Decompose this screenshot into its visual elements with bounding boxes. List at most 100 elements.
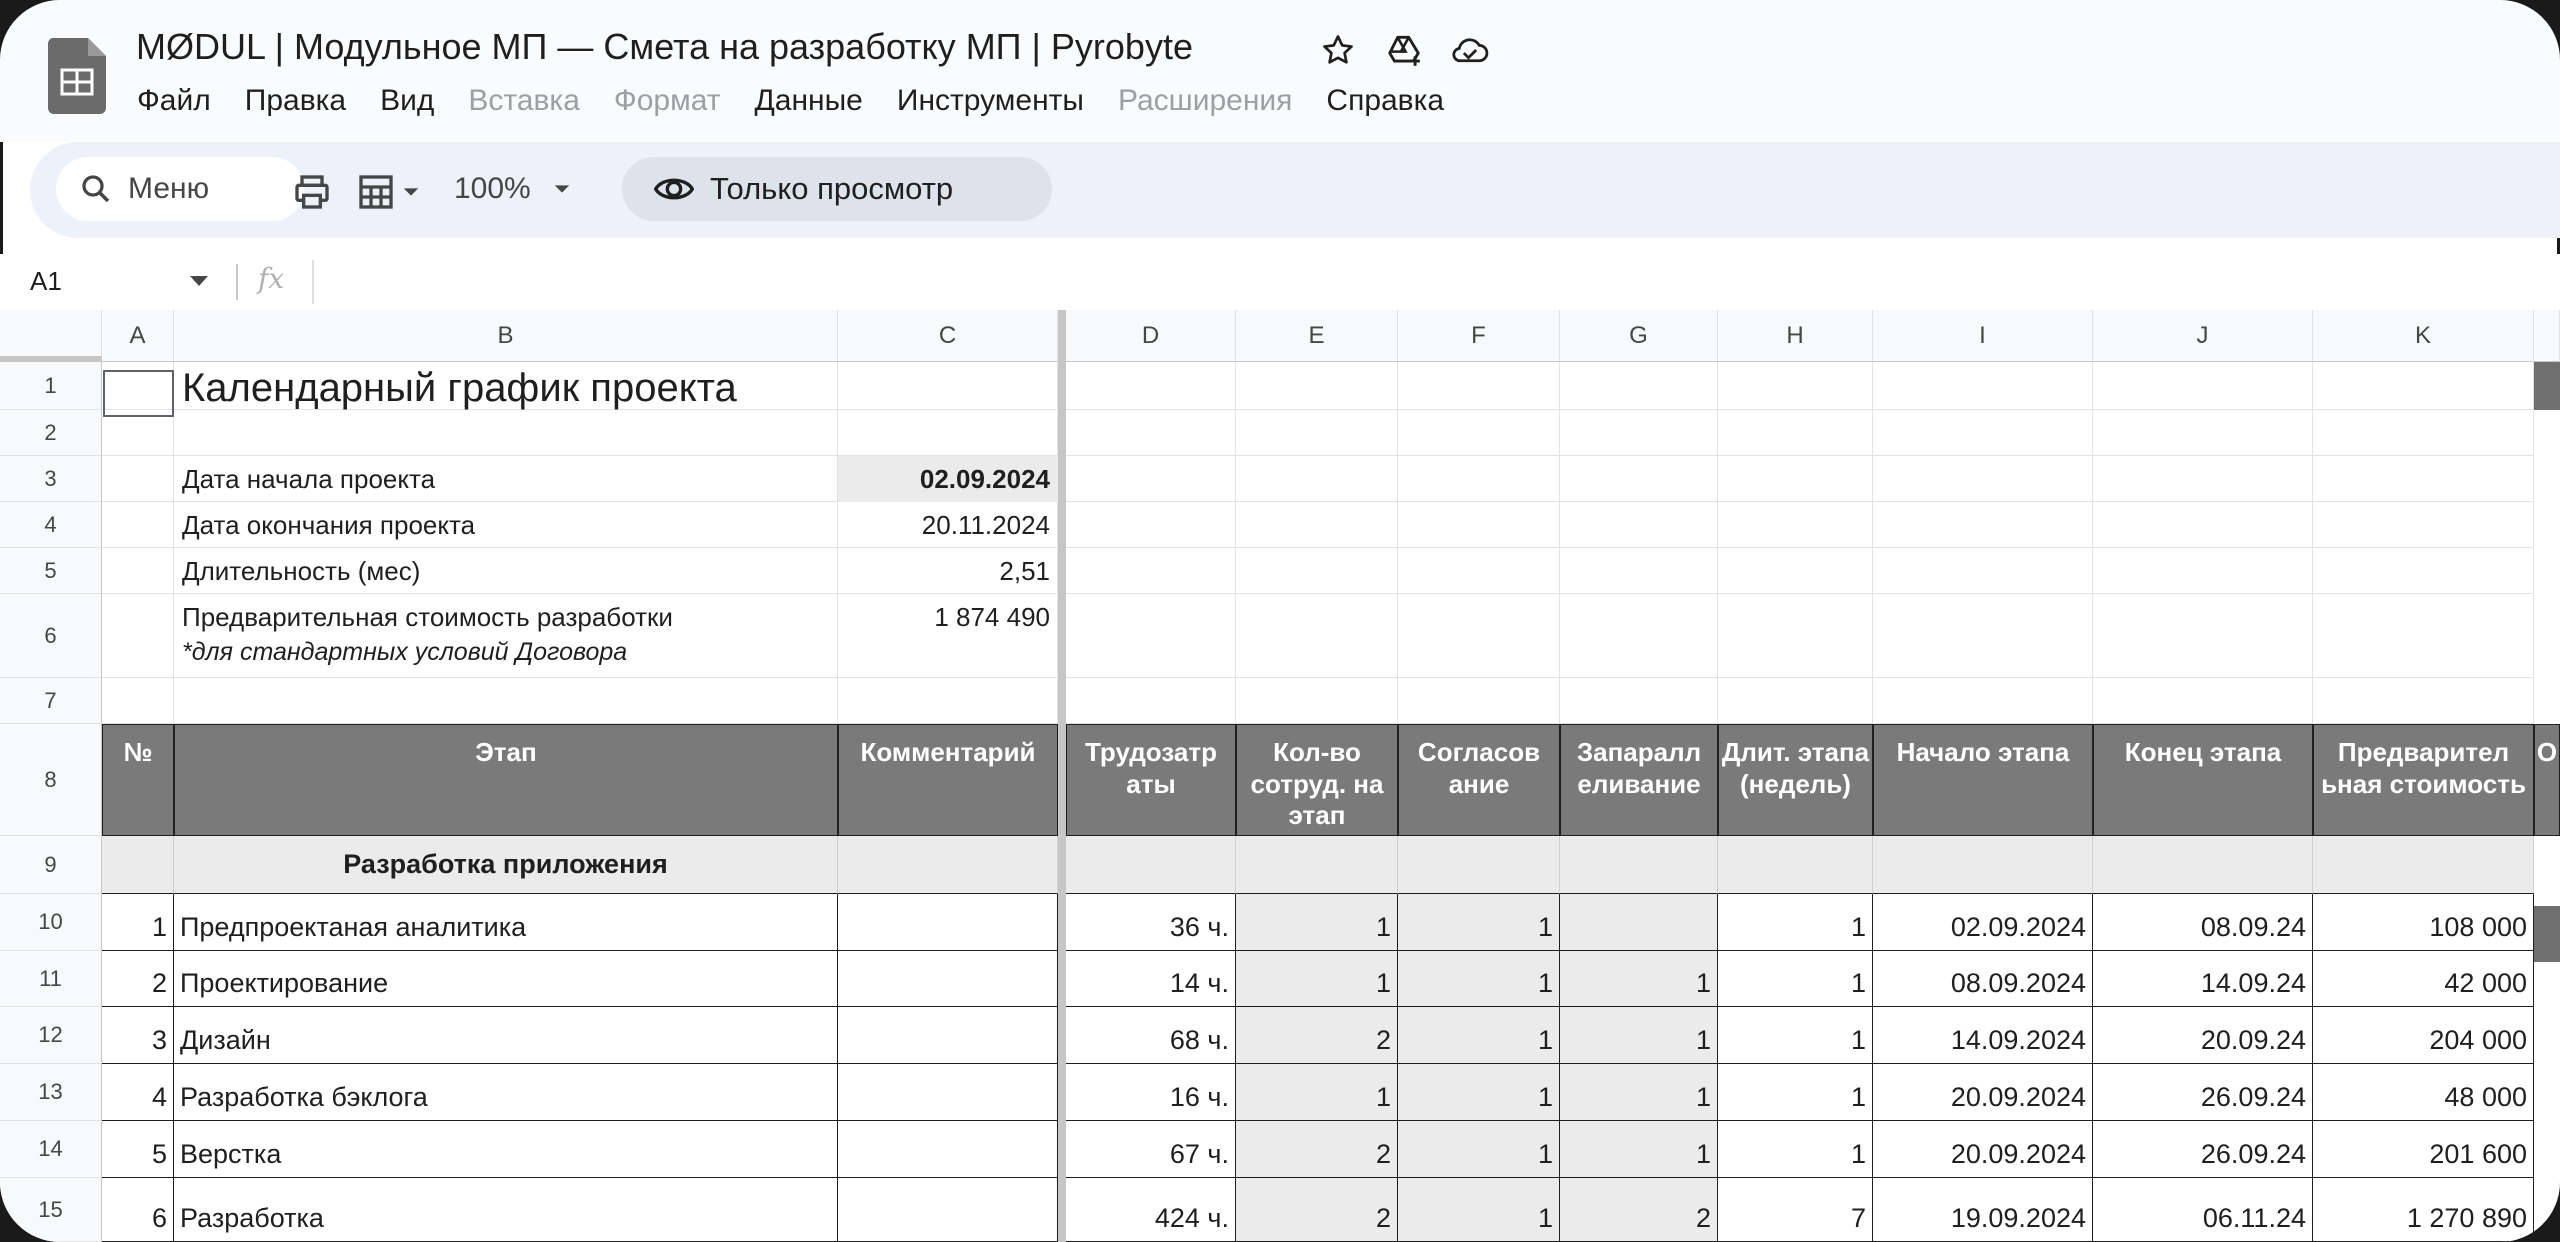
stage-duration-cell[interactable]: 7: [1718, 1178, 1873, 1242]
stage-comment-cell[interactable]: [838, 951, 1058, 1007]
stage-comment-cell[interactable]: [838, 894, 1058, 951]
grid-cell[interactable]: [1398, 502, 1560, 548]
grid-cell[interactable]: [1560, 502, 1718, 548]
stage-parallel-cell[interactable]: 2: [1560, 1178, 1718, 1242]
menu-file[interactable]: Файл: [137, 84, 229, 118]
formula-input[interactable]: [312, 260, 2560, 304]
menu-data[interactable]: Данные: [754, 84, 880, 118]
stage-end-cell[interactable]: 20.09.24: [2093, 1007, 2313, 1064]
grid-cell[interactable]: [1236, 594, 1398, 678]
stage-comment-cell[interactable]: [838, 1007, 1058, 1064]
row-header-9[interactable]: 9: [0, 836, 102, 894]
stage-cost-cell[interactable]: 108 000: [2313, 894, 2534, 951]
section-cell[interactable]: [1398, 836, 1560, 894]
grid-cell[interactable]: [1873, 410, 2093, 456]
stage-cost-cell[interactable]: 204 000: [2313, 1007, 2534, 1064]
stage-n-cell[interactable]: 4: [102, 1064, 174, 1121]
menu-view[interactable]: Вид: [380, 84, 452, 118]
grid-cell[interactable]: [1560, 678, 1718, 724]
stage-name-cell[interactable]: Верстка: [174, 1121, 838, 1178]
grid-cell[interactable]: [1236, 548, 1398, 594]
stage-staff-cell[interactable]: 2: [1236, 1121, 1398, 1178]
stage-comment-cell[interactable]: [838, 1121, 1058, 1178]
stage-labor-cell[interactable]: 67 ч.: [1066, 1121, 1236, 1178]
row-header-14[interactable]: 14: [0, 1121, 102, 1178]
stage-parallel-cell[interactable]: 1: [1560, 1007, 1718, 1064]
grid-cell[interactable]: [2093, 456, 2313, 502]
stage-staff-cell[interactable]: 1: [1236, 894, 1398, 951]
stage-parallel-cell[interactable]: 1: [1560, 1064, 1718, 1121]
print-icon[interactable]: [292, 172, 332, 212]
menu-insert[interactable]: Вставка: [468, 84, 598, 118]
drive-move-icon[interactable]: [1384, 30, 1424, 70]
vertical-scrollbar-thumb[interactable]: [2534, 906, 2560, 962]
column-header-k[interactable]: K: [2313, 310, 2534, 362]
stage-start-cell[interactable]: 08.09.2024: [1873, 951, 2093, 1007]
document-title[interactable]: MØDUL | Модульное МП — Смета на разработ…: [136, 26, 1193, 68]
grid-cell[interactable]: [2313, 548, 2534, 594]
stage-name-cell[interactable]: Разработка: [174, 1178, 838, 1242]
row-header-2[interactable]: 2: [0, 410, 102, 456]
grid-cell[interactable]: [1560, 548, 1718, 594]
stage-end-cell[interactable]: 26.09.24: [2093, 1064, 2313, 1121]
grid-cell[interactable]: [838, 678, 1058, 724]
section-cell[interactable]: [838, 836, 1058, 894]
column-header-a[interactable]: A: [102, 310, 174, 362]
grid-cell[interactable]: [1718, 594, 1873, 678]
column-header-e[interactable]: E: [1236, 310, 1398, 362]
star-icon[interactable]: [1318, 30, 1358, 70]
table-header-next[interactable]: О: [2534, 724, 2560, 836]
section-cell[interactable]: [1873, 836, 2093, 894]
grid-cell[interactable]: [1236, 362, 1398, 410]
row-header-1[interactable]: 1: [0, 362, 102, 410]
section-cell[interactable]: [102, 836, 174, 894]
row-header-12[interactable]: 12: [0, 1007, 102, 1064]
table-header-num[interactable]: №: [102, 724, 174, 836]
stage-n-cell[interactable]: 1: [102, 894, 174, 951]
stage-cost-cell[interactable]: 42 000: [2313, 951, 2534, 1007]
grid-cell[interactable]: [1398, 678, 1560, 724]
menu-help[interactable]: Справка: [1326, 84, 1462, 118]
grid-cell[interactable]: [1560, 410, 1718, 456]
row-header-7[interactable]: 7: [0, 678, 102, 724]
grid-cell[interactable]: [174, 410, 838, 456]
section-cell[interactable]: [1718, 836, 1873, 894]
stage-start-cell[interactable]: 14.09.2024: [1873, 1007, 2093, 1064]
stage-cost-cell[interactable]: 1 270 890: [2313, 1178, 2534, 1242]
stage-staff-cell[interactable]: 2: [1236, 1178, 1398, 1242]
table-header-parallel[interactable]: Запаралл еливание: [1560, 724, 1718, 836]
stage-labor-cell[interactable]: 424 ч.: [1066, 1178, 1236, 1242]
stage-cost-cell[interactable]: 201 600: [2313, 1121, 2534, 1178]
column-header-i[interactable]: I: [1873, 310, 2093, 362]
menu-tools[interactable]: Инструменты: [897, 84, 1102, 118]
table-header-labor[interactable]: Трудозатр аты: [1066, 724, 1236, 836]
column-header-g[interactable]: G: [1560, 310, 1718, 362]
grid-cell[interactable]: [102, 502, 174, 548]
stage-labor-cell[interactable]: 36 ч.: [1066, 894, 1236, 951]
vertical-scrollbar-thumb[interactable]: [2534, 362, 2560, 410]
stage-comment-cell[interactable]: [838, 1178, 1058, 1242]
grid-cell[interactable]: [1718, 362, 1873, 410]
section-cell[interactable]: [1560, 836, 1718, 894]
grid-cell[interactable]: [1066, 410, 1236, 456]
grid-cell[interactable]: [1398, 362, 1560, 410]
stage-end-cell[interactable]: 26.09.24: [2093, 1121, 2313, 1178]
name-box[interactable]: A1: [30, 266, 62, 297]
row-header-10[interactable]: 10: [0, 894, 102, 951]
stage-start-cell[interactable]: 20.09.2024: [1873, 1064, 2093, 1121]
grid-cell[interactable]: [2093, 678, 2313, 724]
row-header-8[interactable]: 8: [0, 724, 102, 836]
grid-cell[interactable]: [2313, 456, 2534, 502]
column-header-f[interactable]: F: [1398, 310, 1560, 362]
chevron-down-icon[interactable]: [190, 276, 208, 286]
grid-cell[interactable]: [2093, 410, 2313, 456]
table-header-end[interactable]: Конец этапа: [2093, 724, 2313, 836]
grid-cell[interactable]: [2093, 594, 2313, 678]
grid-cell[interactable]: [838, 410, 1058, 456]
stage-duration-cell[interactable]: 1: [1718, 1064, 1873, 1121]
zoom-select[interactable]: 100%: [454, 172, 571, 206]
column-header-c[interactable]: C: [838, 310, 1058, 362]
stage-staff-cell[interactable]: 1: [1236, 1064, 1398, 1121]
paint-format-button[interactable]: [356, 170, 422, 214]
grid-cell[interactable]: [1398, 548, 1560, 594]
